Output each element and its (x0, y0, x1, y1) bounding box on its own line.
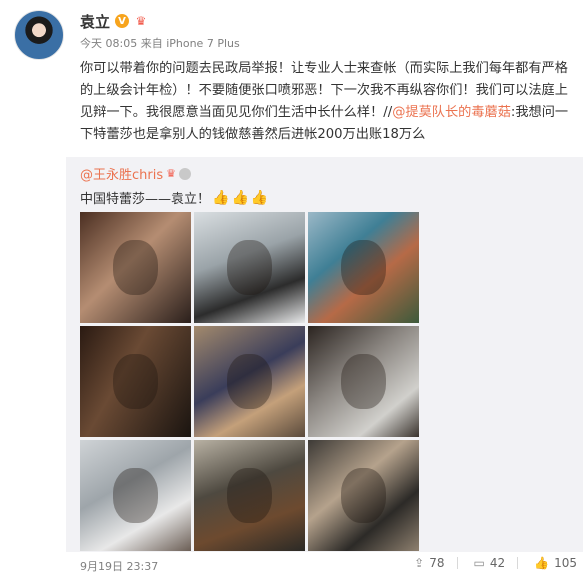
repost-text: 中国特蕾莎——袁立！ 👍 👍 👍 (80, 188, 269, 208)
photo-thumbnail[interactable] (308, 212, 419, 323)
action-bar: ⇪ 78 ▭ 42 👍 105 (398, 556, 577, 570)
photo-thumbnail[interactable] (308, 440, 419, 551)
avatar[interactable] (14, 10, 64, 60)
divider (456, 557, 458, 569)
comment-button[interactable]: ▭ 42 (474, 556, 506, 570)
photo-thumbnail[interactable] (194, 212, 305, 323)
photo-thumbnail[interactable] (80, 212, 191, 323)
author-row: 袁立 V ♛ (80, 8, 573, 34)
author-name[interactable]: 袁立 (80, 11, 110, 32)
like-count: 105 (554, 556, 577, 570)
thumbs-up-icon: 👍 (231, 189, 249, 206)
mention-link[interactable]: @提莫队长的毒蘑菇 (392, 105, 511, 120)
photo-thumbnail[interactable] (80, 326, 191, 437)
share-icon: ⇪ (414, 556, 425, 570)
share-count: 78 (429, 556, 445, 570)
medal-icon[interactable] (179, 167, 191, 180)
like-button[interactable]: 👍 105 (534, 556, 577, 570)
photo-thumbnail[interactable] (194, 440, 305, 551)
post-meta: 今天 08:05 来自 iPhone 7 Plus (80, 35, 573, 51)
post-header: 袁立 V ♛ 今天 08:05 来自 iPhone 7 Plus (80, 8, 573, 51)
post-time[interactable]: 今天 08:05 (80, 37, 137, 50)
repost-date[interactable]: 9月19日 23:37 (80, 558, 158, 574)
vip-crown-icon[interactable]: ♛ (133, 13, 149, 29)
comment-count: 42 (489, 556, 506, 570)
repost-text-label: 中国特蕾莎——袁立！ (80, 192, 211, 207)
repost-vip-icon[interactable]: ♛ (166, 167, 176, 180)
share-button[interactable]: ⇪ 78 (414, 556, 444, 570)
repost-header: @王永胜chris ♛ (80, 164, 191, 183)
thumbs-up-icon: 👍 (250, 189, 269, 206)
verified-icon[interactable]: V (115, 14, 130, 28)
thumbs-up-icon: 👍 (212, 189, 230, 206)
photo-thumbnail[interactable] (308, 326, 419, 437)
repost-author[interactable]: @王永胜chris (80, 164, 163, 183)
photo-thumbnail[interactable] (194, 326, 305, 437)
photo-thumbnail[interactable] (80, 440, 191, 551)
post-text: 你可以带着你的问题去民政局举报！让专业人士来查帐（而实际上我们每年都有严格的上级… (80, 58, 576, 146)
post-footer: 9月19日 23:37 ⇪ 78 ▭ 42 👍 105 (80, 556, 583, 574)
post-source: 来自 iPhone 7 Plus (140, 37, 240, 50)
like-icon: 👍 (534, 556, 550, 570)
divider (517, 557, 519, 569)
comment-icon: ▭ (473, 556, 485, 570)
repost-card: @王永胜chris ♛ 中国特蕾莎——袁立！ 👍 👍 👍 (66, 157, 583, 552)
